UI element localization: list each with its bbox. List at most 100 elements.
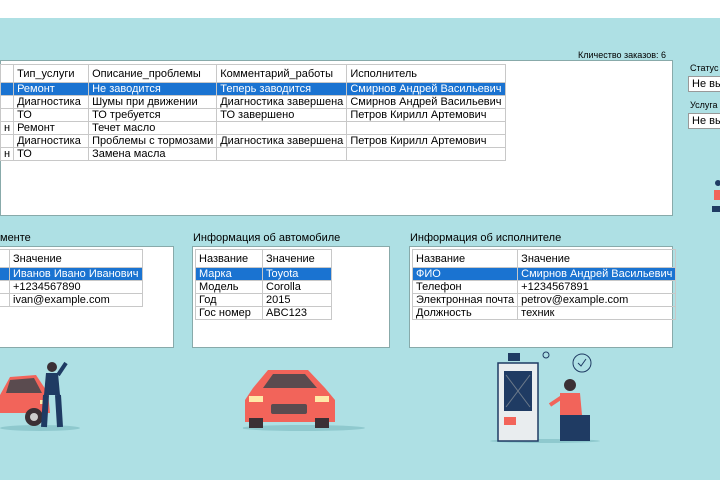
table-cell[interactable]: ФИО xyxy=(411,267,519,281)
table-cell[interactable]: Электронная почта xyxy=(411,293,519,307)
table-row[interactable]: Марка Toyota xyxy=(195,267,332,281)
col-header-name[interactable]: Название xyxy=(411,249,519,268)
top-bar xyxy=(0,0,720,18)
table-cell[interactable]: Год xyxy=(195,293,263,307)
table-cell[interactable]: Диагностика завершена xyxy=(216,134,348,148)
table-row[interactable]: н ТО Замена масла xyxy=(0,147,506,161)
table-cell[interactable]: Диагностика завершена xyxy=(216,95,348,109)
table-cell[interactable]: н xyxy=(0,121,15,135)
table-cell[interactable]: Должность xyxy=(411,306,519,320)
table-cell[interactable] xyxy=(0,293,10,307)
table-cell[interactable] xyxy=(0,267,10,281)
table-cell[interactable]: Диагностика xyxy=(13,95,90,109)
table-row[interactable]: Иванов Ивано Иванович xyxy=(0,267,143,281)
table-row[interactable]: ФИО Смирнов Андрей Васильевич xyxy=(411,267,677,281)
table-cell[interactable] xyxy=(216,121,348,135)
table-cell[interactable]: н xyxy=(0,147,15,161)
table-cell[interactable]: техник xyxy=(517,306,677,320)
worker-info-title: Информация об исполнителе xyxy=(410,232,562,244)
service-filter-label: Услуга xyxy=(690,100,718,110)
col-header-service-type[interactable]: Тип_услуги xyxy=(13,64,90,83)
table-cell[interactable] xyxy=(346,121,506,135)
table-cell[interactable]: Теперь заводится xyxy=(216,82,348,96)
table-cell[interactable]: Toyota xyxy=(262,267,332,281)
table-cell[interactable] xyxy=(0,108,15,122)
status-filter-select[interactable]: Не вы xyxy=(688,76,720,92)
table-cell[interactable]: 2015 xyxy=(262,293,332,307)
table-cell[interactable]: Телефон xyxy=(411,280,519,294)
table-cell[interactable]: Ремонт xyxy=(13,121,90,135)
table-row[interactable]: Модель Corolla xyxy=(195,280,332,294)
worker-info-panel: Название Значение ФИО Смирнов Андрей Вас… xyxy=(409,246,677,348)
table-row[interactable]: Диагностика Проблемы с тормозами Диагнос… xyxy=(0,134,506,148)
table-cell[interactable]: Corolla xyxy=(262,280,332,294)
table-cell[interactable]: Смирнов Андрей Васильевич xyxy=(346,95,506,109)
col-header-name[interactable]: Название xyxy=(195,249,263,268)
col-header-value[interactable]: Значение xyxy=(517,249,677,268)
table-row[interactable]: Гос номер ABC123 xyxy=(195,306,332,320)
table-cell[interactable]: Петров Кирилл Артемович xyxy=(346,134,506,148)
table-cell[interactable]: Марка xyxy=(195,267,263,281)
table-cell[interactable]: Смирнов Андрей Васильевич xyxy=(517,267,677,281)
car-info-title: Информация об автомобиле xyxy=(193,232,341,244)
car-info-panel: Название Значение Марка Toyota Модель Co… xyxy=(192,246,390,348)
table-row[interactable]: +1234567890 xyxy=(0,280,143,294)
table-cell[interactable]: ТО требуется xyxy=(88,108,218,122)
table-cell[interactable]: Шумы при движении xyxy=(88,95,218,109)
table-cell[interactable] xyxy=(346,147,506,161)
table-cell[interactable] xyxy=(0,82,15,96)
col-header-problem[interactable]: Описание_проблемы xyxy=(88,64,218,83)
table-header-row: Название Значение xyxy=(195,249,332,268)
table-cell[interactable]: ТО xyxy=(13,108,90,122)
status-filter-label: Статус xyxy=(690,63,719,73)
mechanic-illustration xyxy=(490,351,600,443)
table-cell[interactable]: Гос номер xyxy=(195,306,263,320)
table-cell[interactable]: ТО завершено xyxy=(216,108,348,122)
table-row[interactable]: Должность техник xyxy=(411,306,677,320)
client-info-title: менте xyxy=(0,232,31,244)
table-cell[interactable]: Не заводится xyxy=(88,82,218,96)
service-filter-select[interactable]: Не вы xyxy=(688,113,720,129)
person-illustration-fragment xyxy=(712,180,720,212)
table-cell[interactable]: ABC123 xyxy=(262,306,332,320)
table-row[interactable]: Ремонт Не заводится Теперь заводится Сми… xyxy=(0,82,506,96)
table-cell[interactable]: +1234567891 xyxy=(517,280,677,294)
table-row[interactable]: Год 2015 xyxy=(195,293,332,307)
table-row[interactable]: ivan@example.com xyxy=(0,293,143,307)
col-header[interactable] xyxy=(0,64,15,83)
table-cell[interactable]: ТО xyxy=(13,147,90,161)
table-cell[interactable]: Проблемы с тормозами xyxy=(88,134,218,148)
table-row[interactable]: ТО ТО требуется ТО завершено Петров Кири… xyxy=(0,108,506,122)
table-cell[interactable]: Ремонт xyxy=(13,82,90,96)
table-cell[interactable]: petrov@example.com xyxy=(517,293,677,307)
table-row[interactable]: н Ремонт Течет масло xyxy=(0,121,506,135)
table-cell[interactable]: Смирнов Андрей Васильевич xyxy=(346,82,506,96)
table-cell[interactable]: Диагностика xyxy=(13,134,90,148)
col-header[interactable] xyxy=(0,249,10,268)
table-cell[interactable]: Замена масла xyxy=(88,147,218,161)
col-header-executor[interactable]: Исполнитель xyxy=(346,64,506,83)
worker-info-table: Название Значение ФИО Смирнов Андрей Вас… xyxy=(411,249,677,320)
car-illustration xyxy=(243,370,365,431)
col-header-value[interactable]: Значение xyxy=(9,249,143,268)
table-row[interactable]: Диагностика Шумы при движении Диагностик… xyxy=(0,95,506,109)
table-cell[interactable] xyxy=(216,147,348,161)
table-cell[interactable]: Иванов Ивано Иванович xyxy=(9,267,143,281)
col-header-comment[interactable]: Комментарий_работы xyxy=(216,64,348,83)
client-info-panel: Значение Иванов Ивано Иванович +12345678… xyxy=(0,246,174,348)
table-row[interactable]: Электронная почта petrov@example.com xyxy=(411,293,677,307)
table-header-row: Название Значение xyxy=(411,249,677,268)
table-cell[interactable]: +1234567890 xyxy=(9,280,143,294)
table-row[interactable]: Телефон +1234567891 xyxy=(411,280,677,294)
table-cell[interactable]: ivan@example.com xyxy=(9,293,143,307)
table-cell[interactable] xyxy=(0,280,10,294)
car-with-person-illustration xyxy=(0,361,80,431)
table-cell[interactable] xyxy=(0,95,15,109)
table-cell[interactable]: Течет масло xyxy=(88,121,218,135)
table-cell[interactable]: Модель xyxy=(195,280,263,294)
col-header-value[interactable]: Значение xyxy=(262,249,332,268)
table-header-row: Значение xyxy=(0,249,143,268)
car-info-table: Название Значение Марка Toyota Модель Co… xyxy=(195,249,332,320)
table-cell[interactable]: Петров Кирилл Артемович xyxy=(346,108,506,122)
table-cell[interactable] xyxy=(0,134,15,148)
